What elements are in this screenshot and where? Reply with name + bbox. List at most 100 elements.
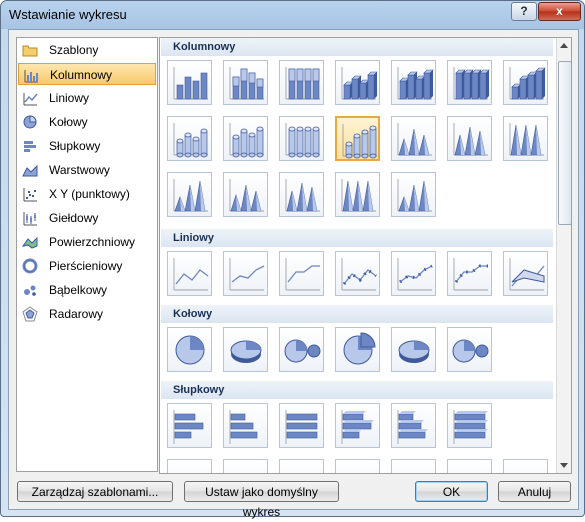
stock-chart-icon — [22, 210, 38, 226]
pie-chart-icon — [22, 114, 38, 130]
column-chart-subtype-19[interactable] — [391, 172, 436, 217]
category-item-bar-chart[interactable]: Słupkowy — [18, 135, 156, 157]
bar-chart-subtype-3[interactable] — [279, 403, 324, 448]
category-label: Warstwowy — [49, 163, 110, 177]
category-label: Giełdowy — [49, 211, 99, 225]
category-label: X Y (punktowy) — [49, 187, 130, 201]
category-label: Słupkowy — [49, 139, 101, 153]
category-item-scatter-chart[interactable]: X Y (punktowy) — [18, 183, 156, 205]
column-chart-subtype-8[interactable] — [167, 116, 212, 161]
ok-button[interactable]: OK — [415, 481, 488, 502]
cancel-button[interactable]: Anuluj — [498, 481, 571, 502]
bar-chart-subtype-9[interactable] — [223, 459, 268, 473]
line-chart-subtype-4[interactable] — [335, 251, 380, 296]
scroll-down-arrow[interactable] — [560, 463, 568, 468]
pie-chart-subtype-4[interactable] — [335, 327, 380, 372]
category-label: Pierścieniowy — [49, 259, 123, 273]
column-chart-subtype-7[interactable] — [503, 60, 548, 105]
section-header-line: Liniowy — [161, 229, 553, 247]
bar-chart-subtype-14[interactable] — [503, 459, 548, 473]
column-chart-subtype-6[interactable] — [447, 60, 492, 105]
column-chart-subtype-14[interactable] — [503, 116, 548, 161]
category-label: Kołowy — [49, 115, 88, 129]
line-chart-subtype-3[interactable] — [279, 251, 324, 296]
bar-chart-subtype-12[interactable] — [391, 459, 436, 473]
category-item-radar-chart[interactable]: Radarowy — [18, 303, 156, 325]
bar-chart-subtype-6[interactable] — [447, 403, 492, 448]
scroll-up-arrow[interactable] — [560, 43, 568, 48]
pie-chart-subtype-2[interactable] — [223, 327, 268, 372]
close-button[interactable]: x — [538, 2, 581, 21]
category-item-pie-chart[interactable]: Kołowy — [18, 111, 156, 133]
help-button[interactable]: ? — [511, 2, 537, 21]
category-label: Powierzchniowy — [49, 235, 136, 249]
bar-chart-subtype-8[interactable] — [167, 459, 212, 473]
line-chart-subtype-7[interactable] — [503, 251, 548, 296]
scatter-chart-icon — [22, 186, 38, 202]
column-chart-subtype-4[interactable] — [335, 60, 380, 105]
column-chart-subtype-5[interactable] — [391, 60, 436, 105]
chart-subtype-gallery: Kolumnowy Liniowy Kołowy Słupkowy — [159, 37, 572, 474]
bar-chart-subtype-1[interactable] — [167, 403, 212, 448]
pie-chart-subtype-5[interactable] — [391, 327, 436, 372]
section-header-bar: Słupkowy — [161, 381, 553, 399]
column-chart-subtype-12[interactable] — [391, 116, 436, 161]
manage-templates-button[interactable]: Zarządzaj szablonami... — [17, 481, 173, 502]
gallery-scrollbar[interactable] — [556, 38, 571, 473]
category-item-folder[interactable]: Szablony — [18, 39, 156, 61]
column-chart-icon — [23, 67, 39, 83]
column-chart-subtype-16[interactable] — [223, 172, 268, 217]
insert-chart-dialog: Wstawianie wykresu ? x Szablony Kolumnowy… — [0, 0, 585, 519]
category-label: Liniowy — [49, 91, 90, 105]
category-label: Kolumnowy — [50, 68, 113, 82]
bar-chart-subtype-11[interactable] — [335, 459, 380, 473]
category-item-doughnut-chart[interactable]: Pierścieniowy — [18, 255, 156, 277]
area-chart-icon — [22, 162, 38, 178]
line-chart-icon — [22, 90, 38, 106]
folder-icon — [22, 42, 38, 58]
pie-chart-subtype-6[interactable] — [447, 327, 492, 372]
bubble-chart-icon — [22, 282, 38, 298]
column-chart-subtype-11[interactable] — [335, 116, 380, 161]
category-item-stock-chart[interactable]: Giełdowy — [18, 207, 156, 229]
column-chart-subtype-15[interactable] — [167, 172, 212, 217]
category-item-surface-chart[interactable]: Powierzchniowy — [18, 231, 156, 253]
line-chart-subtype-2[interactable] — [223, 251, 268, 296]
category-label: Bąbelkowy — [49, 283, 108, 297]
dialog-title: Wstawianie wykresu — [9, 7, 127, 22]
radar-chart-icon — [22, 306, 38, 322]
column-chart-subtype-10[interactable] — [279, 116, 324, 161]
category-item-bubble-chart[interactable]: Bąbelkowy — [18, 279, 156, 301]
line-chart-subtype-1[interactable] — [167, 251, 212, 296]
column-chart-subtype-1[interactable] — [167, 60, 212, 105]
pie-chart-subtype-3[interactable] — [279, 327, 324, 372]
bar-chart-subtype-10[interactable] — [279, 459, 324, 473]
bar-chart-subtype-4[interactable] — [335, 403, 380, 448]
bar-chart-subtype-13[interactable] — [447, 459, 492, 473]
category-item-line-chart[interactable]: Liniowy — [18, 87, 156, 109]
bar-chart-subtype-5[interactable] — [391, 403, 436, 448]
bar-chart-subtype-2[interactable] — [223, 403, 268, 448]
line-chart-subtype-5[interactable] — [391, 251, 436, 296]
pie-chart-subtype-1[interactable] — [167, 327, 212, 372]
category-item-column-chart[interactable]: Kolumnowy — [18, 63, 156, 85]
surface-chart-icon — [21, 234, 38, 250]
category-label: Radarowy — [49, 307, 104, 321]
doughnut-chart-icon — [22, 258, 38, 274]
title-bar: Wstawianie wykresu ? x — [1, 1, 584, 29]
section-header-column: Kolumnowy — [161, 38, 553, 56]
line-chart-subtype-6[interactable] — [447, 251, 492, 296]
column-chart-subtype-9[interactable] — [223, 116, 268, 161]
column-chart-subtype-13[interactable] — [447, 116, 492, 161]
column-chart-subtype-3[interactable] — [279, 60, 324, 105]
column-chart-subtype-18[interactable] — [335, 172, 380, 217]
category-item-area-chart[interactable]: Warstwowy — [18, 159, 156, 181]
column-chart-subtype-2[interactable] — [223, 60, 268, 105]
category-label: Szablony — [49, 43, 99, 57]
set-default-chart-button[interactable]: Ustaw jako domyślny wykres — [184, 481, 339, 519]
chart-category-list: Szablony Kolumnowy Liniowy Kołowy Słupkowy Wa… — [16, 37, 158, 472]
scroll-thumb[interactable] — [558, 61, 571, 225]
bar-chart-icon — [22, 138, 38, 154]
section-header-pie: Kołowy — [161, 305, 553, 323]
column-chart-subtype-17[interactable] — [279, 172, 324, 217]
